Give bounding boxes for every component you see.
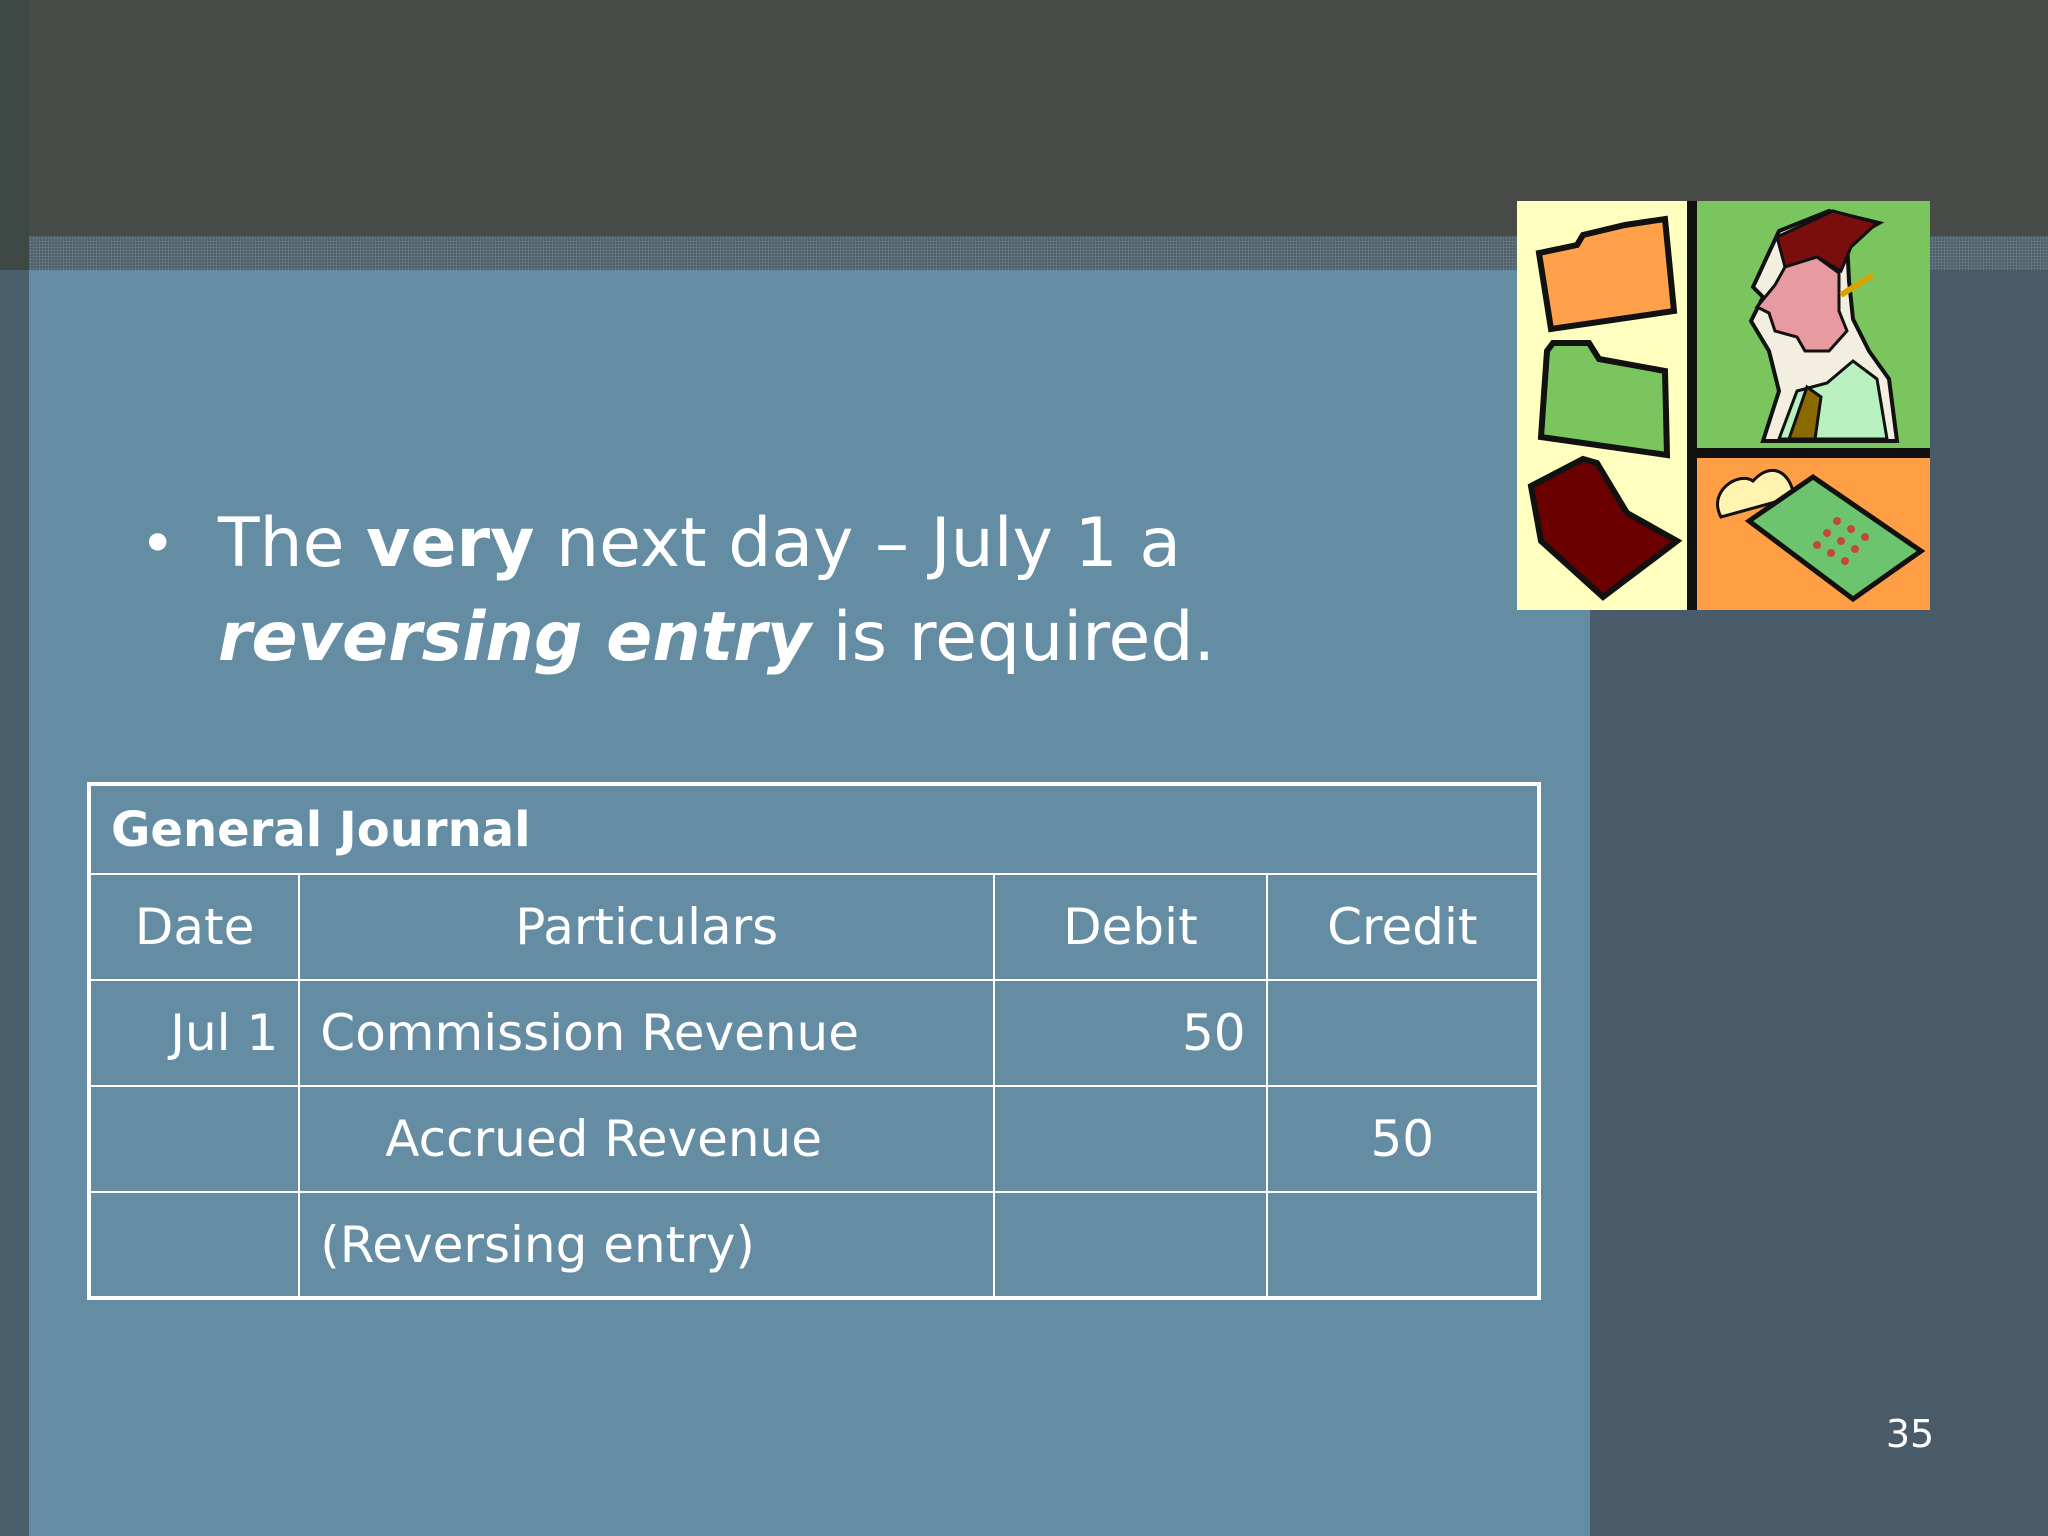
row-credit <box>1265 1191 1541 1299</box>
header-date: Date <box>87 873 301 981</box>
bullet-text: The very next day – July 1 a reversing e… <box>218 497 1460 685</box>
bullet-text-part2: next day – July 1 a <box>534 504 1182 583</box>
row-date <box>87 1191 301 1299</box>
office-clipart-icon <box>1517 201 1930 610</box>
table-row: (Reversing entry) <box>87 1191 1541 1299</box>
row-credit <box>1265 979 1541 1087</box>
row-particulars: Accrued Revenue <box>298 1085 996 1193</box>
header-credit: Credit <box>1265 873 1541 981</box>
row-particulars: Commission Revenue <box>298 979 996 1087</box>
row-debit: 50 <box>993 979 1268 1087</box>
bullet-text-part1: The <box>218 504 367 583</box>
bullet-point: • The very next day – July 1 a reversing… <box>140 497 1460 685</box>
header-debit: Debit <box>993 873 1268 981</box>
row-date <box>87 1085 301 1193</box>
row-debit <box>993 1085 1268 1193</box>
general-journal-table: General Journal Date Particulars Debit C… <box>87 782 1541 1300</box>
bullet-text-part3: is required. <box>811 598 1216 677</box>
row-date: Jul 1 <box>87 979 301 1087</box>
row-particulars: (Reversing entry) <box>298 1191 996 1299</box>
header-particulars: Particulars <box>298 873 996 981</box>
row-credit: 50 <box>1265 1085 1541 1193</box>
table-row: Jul 1 Commission Revenue 50 <box>87 979 1541 1087</box>
journal-title: General Journal <box>88 783 1540 875</box>
bullet-dot: • <box>140 509 176 579</box>
journal-header-row: Date Particulars Debit Credit <box>87 873 1541 981</box>
row-debit <box>993 1191 1268 1299</box>
bullet-text-bold-italic: reversing entry <box>218 598 812 677</box>
bullet-text-bold: very <box>366 504 535 583</box>
table-row: Accrued Revenue 50 <box>87 1085 1541 1193</box>
page-number: 35 <box>1885 1412 1935 1456</box>
left-edge-strip-lower <box>0 270 29 1536</box>
